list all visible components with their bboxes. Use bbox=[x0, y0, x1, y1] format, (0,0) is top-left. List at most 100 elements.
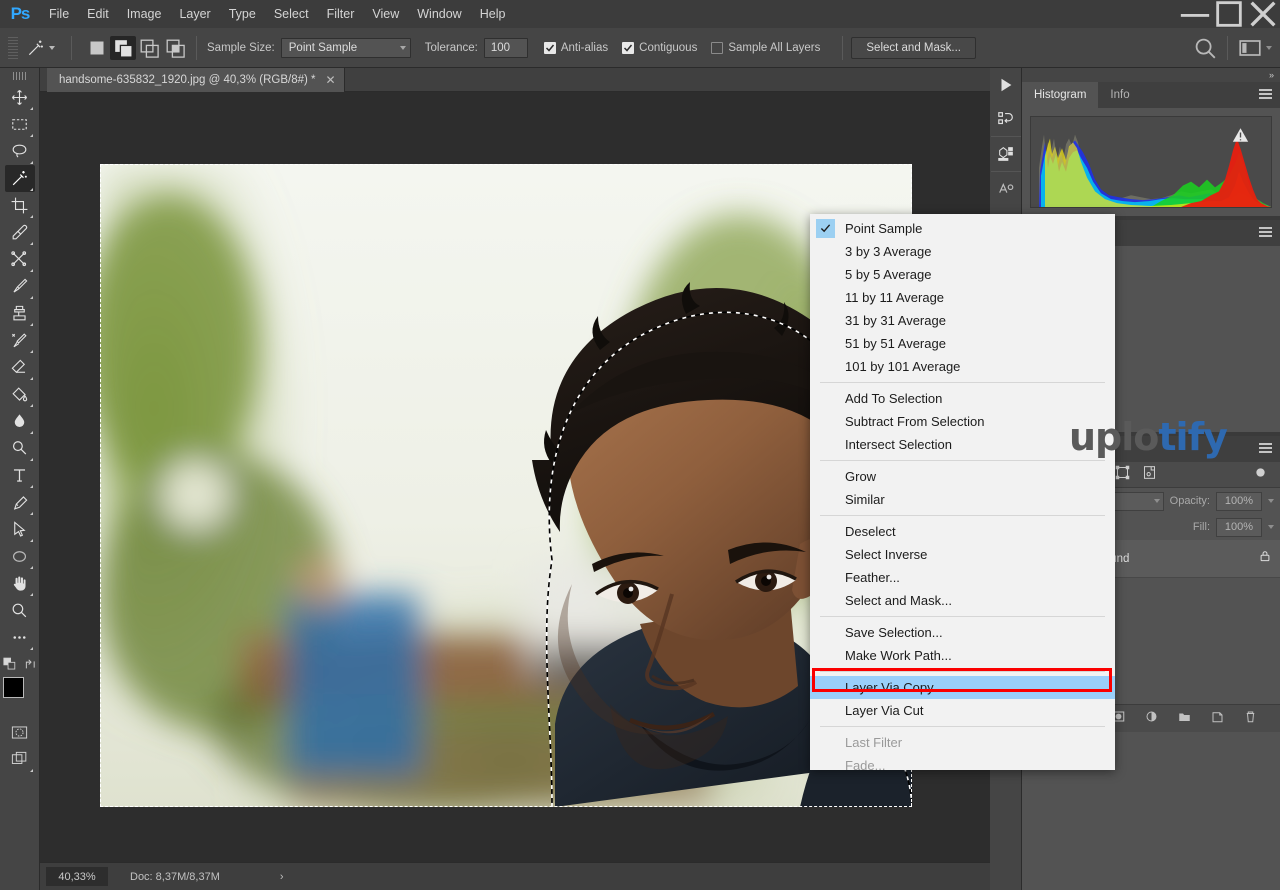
menu-item-add-to-selection[interactable]: Add To Selection bbox=[810, 387, 1115, 410]
close-icon[interactable]: ✕ bbox=[326, 73, 336, 87]
adjustments-icon[interactable] bbox=[991, 172, 1021, 206]
dodge-tool[interactable] bbox=[5, 435, 35, 462]
menu-edit[interactable]: Edit bbox=[78, 0, 118, 28]
menu-filter[interactable]: Filter bbox=[318, 0, 364, 28]
type-tool[interactable] bbox=[5, 462, 35, 489]
healing-brush-tool[interactable] bbox=[5, 246, 35, 273]
play-icon[interactable] bbox=[991, 68, 1021, 102]
document-tab[interactable]: handsome-635832_1920.jpg @ 40,3% (RGB/8#… bbox=[47, 68, 345, 92]
chevron-down-icon[interactable] bbox=[1266, 45, 1272, 50]
toolbar-grip[interactable] bbox=[12, 72, 27, 80]
menu-item-select-and-mask[interactable]: Select and Mask... bbox=[810, 589, 1115, 612]
menu-item-layer-via-cut[interactable]: Layer Via Cut bbox=[810, 699, 1115, 722]
panel-menu-icon[interactable] bbox=[1259, 443, 1272, 455]
menu-item-11-by-11-average[interactable]: 11 by 11 Average bbox=[810, 286, 1115, 309]
menu-layer[interactable]: Layer bbox=[170, 0, 219, 28]
context-menu[interactable]: Point Sample 3 by 3 Average 5 by 5 Avera… bbox=[810, 214, 1115, 773]
menu-item-3-by-3-average[interactable]: 3 by 3 Average bbox=[810, 240, 1115, 263]
intersect-with-selection-button[interactable] bbox=[162, 36, 188, 60]
foreground-color-swatch[interactable] bbox=[2, 677, 24, 698]
menu-view[interactable]: View bbox=[363, 0, 408, 28]
blur-tool[interactable] bbox=[5, 408, 35, 435]
zoom-level-input[interactable]: 40,33% bbox=[46, 867, 108, 886]
history-brush-tool[interactable] bbox=[5, 327, 35, 354]
pen-tool[interactable] bbox=[5, 489, 35, 516]
filter-toggle-icon[interactable] bbox=[1253, 465, 1268, 485]
tab-info[interactable]: Info bbox=[1098, 82, 1141, 108]
add-to-selection-button[interactable] bbox=[110, 35, 136, 60]
menu-file[interactable]: File bbox=[40, 0, 78, 28]
history-actions-icon[interactable] bbox=[991, 102, 1021, 136]
crop-tool[interactable] bbox=[5, 192, 35, 219]
sample-all-layers-checkbox[interactable]: Sample All Layers bbox=[711, 41, 820, 54]
paint-bucket-tool[interactable] bbox=[5, 381, 35, 408]
smartobject-filter-icon[interactable] bbox=[1142, 465, 1157, 485]
subtract-from-selection-button[interactable] bbox=[136, 36, 162, 60]
anti-alias-checkbox[interactable]: Anti-alias bbox=[543, 41, 608, 54]
menu-item-grow[interactable]: Grow bbox=[810, 465, 1115, 488]
menu-window[interactable]: Window bbox=[408, 0, 470, 28]
menu-item-deselect[interactable]: Deselect bbox=[810, 520, 1115, 543]
panel-menu-icon[interactable] bbox=[1259, 227, 1272, 239]
options-bar-grip[interactable] bbox=[8, 36, 18, 59]
maximize-icon[interactable] bbox=[1212, 0, 1246, 28]
current-tool-preset[interactable] bbox=[22, 38, 63, 58]
chevron-down-icon[interactable] bbox=[1268, 525, 1274, 529]
brush-tool[interactable] bbox=[5, 273, 35, 300]
chevron-down-icon[interactable] bbox=[49, 45, 55, 50]
menu-item-select-inverse[interactable]: Select Inverse bbox=[810, 543, 1115, 566]
menu-item-make-work-path[interactable]: Make Work Path... bbox=[810, 644, 1115, 667]
rectangular-marquee-tool[interactable] bbox=[5, 111, 35, 138]
menu-item-point-sample[interactable]: Point Sample bbox=[810, 217, 1115, 240]
edit-toolbar-button[interactable] bbox=[5, 624, 35, 651]
shape-filter-icon[interactable] bbox=[1115, 465, 1130, 485]
zoom-tool[interactable] bbox=[5, 597, 35, 624]
workspace-icon[interactable] bbox=[1236, 35, 1264, 61]
menu-type[interactable]: Type bbox=[220, 0, 265, 28]
eraser-tool[interactable] bbox=[5, 354, 35, 381]
menu-item-31-by-31-average[interactable]: 31 by 31 Average bbox=[810, 309, 1115, 332]
3d-icon[interactable] bbox=[991, 137, 1021, 171]
select-and-mask-button[interactable]: Select and Mask... bbox=[851, 36, 976, 59]
ellipse-tool[interactable] bbox=[5, 543, 35, 570]
color-swatches[interactable] bbox=[2, 677, 37, 711]
magic-wand-tool[interactable] bbox=[4, 165, 35, 192]
panel-menu-icon[interactable] bbox=[1259, 89, 1272, 101]
menu-item-layer-via-copy[interactable]: Layer Via Copy bbox=[810, 676, 1115, 699]
menu-item-101-by-101-average[interactable]: 101 by 101 Average bbox=[810, 355, 1115, 378]
quick-mask-button[interactable] bbox=[5, 719, 35, 746]
fill-input[interactable]: 100% bbox=[1216, 517, 1262, 537]
cached-data-warning-icon[interactable] bbox=[1232, 127, 1249, 148]
menu-item-save-selection[interactable]: Save Selection... bbox=[810, 621, 1115, 644]
minimize-icon[interactable] bbox=[1178, 0, 1212, 28]
menu-item-intersect-selection[interactable]: Intersect Selection bbox=[810, 433, 1115, 456]
search-icon[interactable] bbox=[1191, 35, 1219, 61]
menu-item-subtract-from-selection[interactable]: Subtract From Selection bbox=[810, 410, 1115, 433]
menu-item-51-by-51-average[interactable]: 51 by 51 Average bbox=[810, 332, 1115, 355]
close-icon[interactable] bbox=[1246, 0, 1280, 28]
contiguous-checkbox[interactable]: Contiguous bbox=[622, 41, 697, 54]
histogram-graph[interactable] bbox=[1030, 116, 1272, 208]
chevron-down-icon[interactable] bbox=[1268, 499, 1274, 503]
lock-icon[interactable] bbox=[1258, 549, 1272, 568]
move-tool[interactable] bbox=[5, 84, 35, 111]
new-layer-icon[interactable] bbox=[1210, 709, 1225, 729]
chevron-right-icon[interactable]: › bbox=[280, 871, 284, 883]
sample-size-select[interactable]: Point Sample bbox=[280, 37, 411, 58]
screen-mode-button[interactable] bbox=[5, 746, 35, 773]
expand-panels-icon[interactable]: » bbox=[1269, 70, 1274, 80]
clone-stamp-tool[interactable] bbox=[5, 300, 35, 327]
opacity-input[interactable]: 100% bbox=[1216, 491, 1262, 511]
new-adjustment-layer-icon[interactable] bbox=[1144, 709, 1159, 729]
menu-item-5-by-5-average[interactable]: 5 by 5 Average bbox=[810, 263, 1115, 286]
tab-histogram[interactable]: Histogram bbox=[1022, 82, 1099, 108]
lasso-tool[interactable] bbox=[5, 138, 35, 165]
menu-image[interactable]: Image bbox=[118, 0, 171, 28]
menu-item-feather[interactable]: Feather... bbox=[810, 566, 1115, 589]
menu-select[interactable]: Select bbox=[265, 0, 318, 28]
hand-tool[interactable] bbox=[5, 570, 35, 597]
document-image[interactable] bbox=[80, 164, 913, 814]
new-selection-button[interactable] bbox=[84, 36, 110, 60]
path-selection-tool[interactable] bbox=[5, 516, 35, 543]
menu-help[interactable]: Help bbox=[471, 0, 515, 28]
